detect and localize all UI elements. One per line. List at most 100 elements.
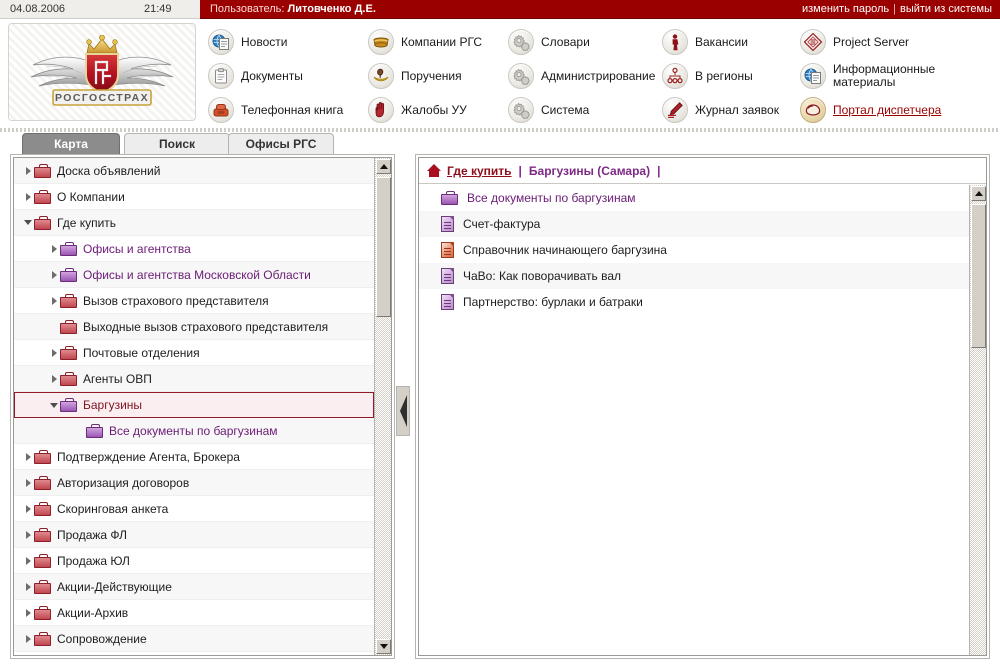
menu-item-sistema[interactable]: Система: [508, 93, 666, 127]
folder-red-icon: [34, 527, 51, 542]
home-icon[interactable]: [427, 164, 441, 177]
folder-purple-icon: [60, 398, 77, 412]
scroll-up-button[interactable]: [971, 186, 986, 201]
chevron-right-icon[interactable]: [22, 184, 34, 210]
menu-column-5: Project Server Информационные материалы: [800, 25, 990, 127]
menu-item-kompanii-rgs[interactable]: Компании РГС: [368, 25, 510, 59]
menu-item-vakansii[interactable]: Вакансии: [662, 25, 804, 59]
menu-item-dokumenty[interactable]: Документы: [208, 59, 358, 93]
chevron-right-icon[interactable]: [22, 444, 34, 470]
chevron-right-icon[interactable]: [48, 288, 60, 314]
tree-row[interactable]: Акции-Архив: [14, 600, 374, 626]
menu-column-4: Вакансии В регионы Журнал заявок: [662, 25, 804, 127]
person-icon: [662, 29, 688, 55]
document-vertical-scrollbar[interactable]: [969, 185, 986, 655]
menu-item-label: Словари: [541, 34, 590, 49]
chevron-right-icon[interactable]: [48, 236, 60, 262]
news-globe-icon: [208, 29, 234, 55]
tree-row[interactable]: Почтовые отделения: [14, 340, 374, 366]
chevron-right-icon[interactable]: [22, 600, 34, 626]
menu-column-3: Словари Администрирование Система: [508, 25, 666, 127]
logout-link[interactable]: выйти из системы: [900, 3, 992, 15]
tree-row[interactable]: Продажа ЮЛ: [14, 548, 374, 574]
tree-item-label: Все документы по баргузинам: [109, 423, 278, 438]
menu-item-informacionnye-materialy[interactable]: Информационные материалы: [800, 59, 990, 93]
document-panel: Где купить | Баргузины (Самара) | Все до…: [415, 154, 990, 659]
chevron-right-icon[interactable]: [48, 262, 60, 288]
menu-item-porucheniya[interactable]: Поручения: [368, 59, 510, 93]
tree-row[interactable]: О Компании: [14, 184, 374, 210]
tree-row[interactable]: Офисы и агентства: [14, 236, 374, 262]
document-row[interactable]: ЧаВо: Как поворачивать вал: [419, 263, 969, 289]
company-logo[interactable]: РОСГОССТРАХ: [8, 23, 196, 121]
tree-item-label: Где купить: [57, 215, 117, 230]
account-links: изменить пароль | выйти из системы: [802, 3, 992, 15]
tree-row[interactable]: Продажа ФЛ: [14, 522, 374, 548]
chevron-right-icon[interactable]: [22, 470, 34, 496]
tree-row[interactable]: Все документы по баргузинам: [14, 418, 374, 444]
breadcrumb-trailing: |: [657, 163, 661, 178]
menu-item-label: Телефонная книга: [241, 102, 344, 117]
panel-collapse-handle[interactable]: [396, 386, 410, 436]
chevron-right-icon[interactable]: [22, 574, 34, 600]
document-row[interactable]: Справочник начинающего баргузина: [419, 237, 969, 263]
tree-row[interactable]: Доска объявлений: [14, 158, 374, 184]
scroll-down-button[interactable]: [376, 639, 391, 654]
menu-item-telefonnaya-kniga[interactable]: Телефонная книга: [208, 93, 358, 127]
tree-row[interactable]: Вызов страхового представителя: [14, 288, 374, 314]
menu-item-label: Администрирование: [541, 68, 656, 83]
chevron-right-icon[interactable]: [22, 496, 34, 522]
tree-row[interactable]: Офисы и агентства Московской Области: [14, 262, 374, 288]
chevron-right-icon[interactable]: [22, 626, 34, 652]
menu-item-portal-dispetchera[interactable]: Портал диспетчера: [800, 93, 990, 127]
menu-item-project-server[interactable]: Project Server: [800, 25, 990, 59]
tree-row[interactable]: Подтверждение Агента, Брокера: [14, 444, 374, 470]
chevron-right-icon[interactable]: [22, 158, 34, 184]
chevron-down-icon[interactable]: [48, 392, 60, 418]
document-row[interactable]: Счет-фактура: [419, 211, 969, 237]
gears-icon: [508, 97, 534, 123]
tree-item-label: Сопровождение: [57, 631, 147, 646]
tree-item-label: Продажа ЮЛ: [57, 553, 130, 568]
user-prefix: Пользователь:: [210, 3, 285, 15]
menu-item-novosti[interactable]: Новости: [208, 25, 358, 59]
scroll-thumb[interactable]: [376, 177, 391, 317]
tab-karta[interactable]: Карта: [22, 133, 120, 154]
menu-item-v-regiony[interactable]: В регионы: [662, 59, 804, 93]
datetime-area: 04.08.2006 21:49: [0, 0, 200, 19]
menu-item-label: Портал диспетчера: [833, 102, 942, 117]
tree-row[interactable]: Агенты ОВП: [14, 366, 374, 392]
tree-row[interactable]: Выходные вызов страхового представителя: [14, 314, 374, 340]
chevron-down-icon[interactable]: [22, 210, 34, 236]
tree-vertical-scrollbar[interactable]: [374, 158, 391, 655]
scroll-thumb[interactable]: [971, 204, 986, 348]
chevron-right-icon[interactable]: [22, 522, 34, 548]
tree-row[interactable]: Сопровождение: [14, 626, 374, 652]
document-row[interactable]: Все документы по баргузинам: [419, 185, 969, 211]
clipboard-icon: [208, 63, 234, 89]
menu-item-zhurnal-zayavok[interactable]: Журнал заявок: [662, 93, 804, 127]
tree-row[interactable]: Акции-Действующие: [14, 574, 374, 600]
menu-item-slovari[interactable]: Словари: [508, 25, 666, 59]
chevron-right-icon[interactable]: [48, 340, 60, 366]
menu-item-zhaloby-uu[interactable]: Жалобы УУ: [368, 93, 510, 127]
scroll-up-button[interactable]: [376, 159, 391, 174]
folder-red-icon: [34, 605, 51, 620]
breadcrumb-root-link[interactable]: Где купить: [447, 164, 512, 178]
chevron-right-icon[interactable]: [48, 366, 60, 392]
tree-row-selected[interactable]: Баргузины: [14, 392, 374, 418]
tree-item-label: Баргузины: [83, 398, 143, 412]
document-row[interactable]: Партнерство: бурлаки и батраки: [419, 289, 969, 315]
tree-row[interactable]: Скоринговая анкета: [14, 496, 374, 522]
tree-row[interactable]: Авторизация договоров: [14, 470, 374, 496]
tab-ofisy-rgs[interactable]: Офисы РГС: [228, 133, 334, 154]
folder-red-icon: [34, 189, 51, 204]
tree-row[interactable]: Где купить: [14, 210, 374, 236]
menu-item-administrirovanie[interactable]: Администрирование: [508, 59, 666, 93]
user-bar: Пользователь: Литовченко Д.Е. изменить п…: [200, 0, 1000, 19]
change-password-link[interactable]: изменить пароль: [802, 3, 889, 15]
header-separator: [0, 128, 1000, 132]
folder-red-icon: [60, 319, 77, 334]
tab-poisk[interactable]: Поиск: [124, 133, 230, 154]
chevron-right-icon[interactable]: [22, 548, 34, 574]
